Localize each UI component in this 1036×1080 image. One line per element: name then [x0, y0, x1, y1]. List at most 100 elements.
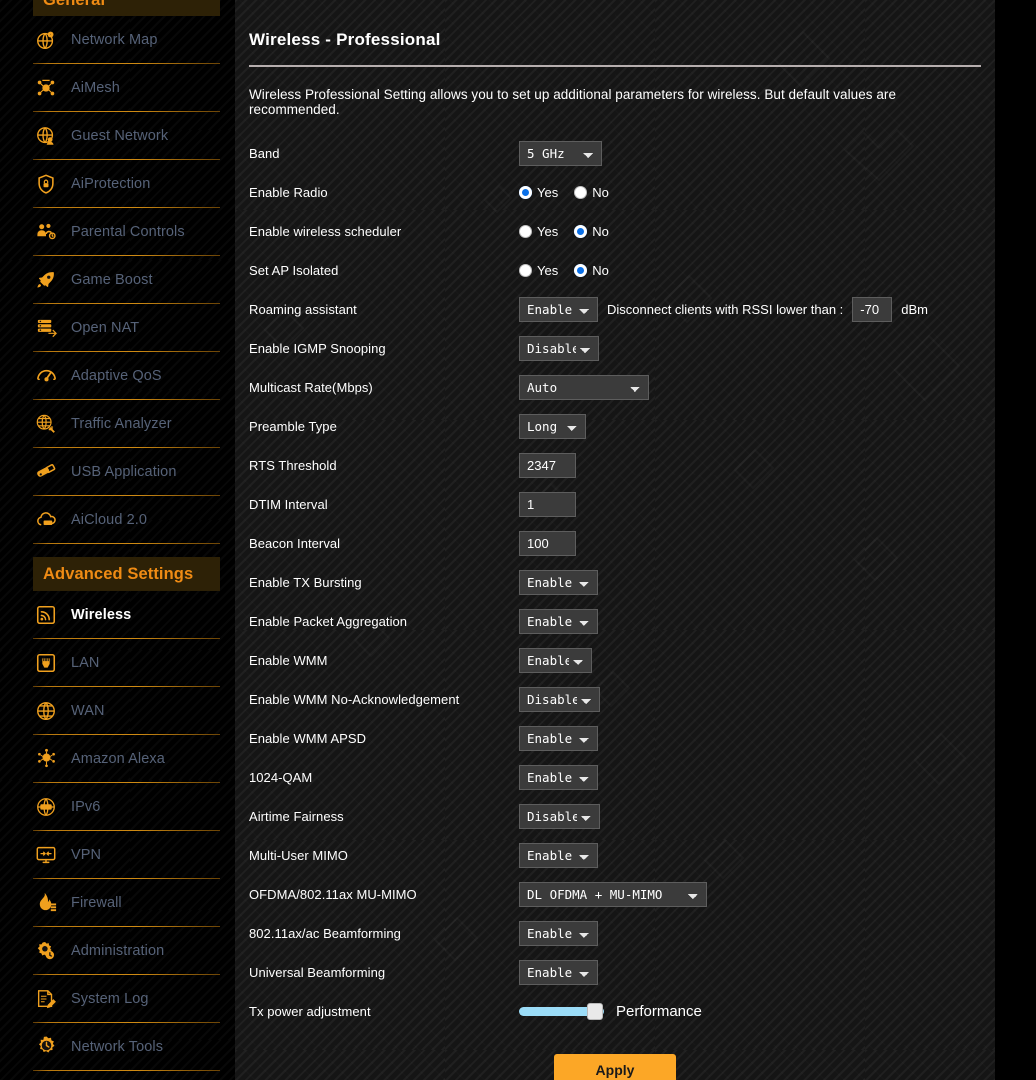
- sidebar-item-label: Firewall: [71, 894, 122, 911]
- wireless-signal-icon: [33, 602, 59, 628]
- page-title: Wireless - Professional: [249, 30, 441, 49]
- sidebar-item-label: Network Tools: [71, 1038, 164, 1055]
- roaming-assistant-select[interactable]: EnableDisable: [519, 297, 598, 322]
- lan-port-icon: [33, 650, 59, 676]
- sidebar-item-network-map[interactable]: Network Map: [0, 16, 235, 63]
- rocket-icon: [33, 267, 59, 293]
- label-universal-beamforming: Universal Beamforming: [249, 965, 386, 980]
- sidebar-item-traffic-analyzer[interactable]: Traffic Analyzer: [0, 400, 235, 447]
- rssi-unit-label: dBm: [901, 302, 929, 317]
- rts-threshold-input[interactable]: [519, 453, 576, 478]
- universal-beamforming-select[interactable]: EnableDisable: [519, 960, 598, 985]
- sidebar-section-header-general: General: [33, 0, 220, 16]
- beacon-interval-input[interactable]: [519, 531, 576, 556]
- airtime-fairness-select[interactable]: EnableDisable: [519, 804, 600, 829]
- sidebar-item-label: Parental Controls: [71, 223, 185, 240]
- aimesh-icon: [33, 75, 59, 101]
- sidebar-item-wireless[interactable]: Wireless: [0, 591, 235, 638]
- row-airtime-fairness: Airtime Fairness EnableDisable: [249, 797, 981, 836]
- label-enable-radio: Enable Radio: [249, 185, 328, 200]
- sidebar-item-lan[interactable]: LAN: [0, 639, 235, 686]
- sidebar-item-game-boost[interactable]: Game Boost: [0, 256, 235, 303]
- cloud-icon: [33, 507, 59, 533]
- radio-option-yes[interactable]: Yes: [519, 263, 558, 278]
- sidebar-item-network-tools[interactable]: Network Tools: [0, 1023, 235, 1070]
- radio-option-yes[interactable]: Yes: [519, 185, 558, 200]
- sidebar-item-label: LAN: [71, 654, 100, 671]
- radio-dot: [574, 186, 588, 199]
- label-wmm: Enable WMM: [249, 653, 328, 668]
- label-wireless-scheduler: Enable wireless scheduler: [249, 224, 402, 239]
- wireless-scheduler-radiogroup: Yes No: [519, 224, 625, 239]
- sidebar-section-header-advanced-settings: Advanced Settings: [33, 557, 220, 591]
- label-tx-bursting: Enable TX Bursting: [249, 575, 362, 590]
- sidebar-item-label: WAN: [71, 702, 105, 719]
- ap-isolated-radiogroup: Yes No: [519, 263, 625, 278]
- radio-option-no[interactable]: No: [574, 224, 609, 239]
- sidebar-item-aiprotection[interactable]: AiProtection: [0, 160, 235, 207]
- ofdma-select[interactable]: DisableDL OFDMADL OFDMA + MU-MIMO: [519, 882, 707, 907]
- radio-option-no[interactable]: No: [574, 185, 609, 200]
- sidebar-item-ipv6[interactable]: IPV6 IPv6: [0, 783, 235, 830]
- wmm-apsd-select[interactable]: EnableDisable: [519, 726, 598, 751]
- enable-radio-radiogroup: Yes No: [519, 185, 625, 200]
- radio-label: Yes: [537, 185, 559, 200]
- multicast-rate-select[interactable]: Auto69121824364854: [519, 375, 649, 400]
- sidebar-item-open-nat[interactable]: Open NAT: [0, 304, 235, 351]
- qam-1024-select[interactable]: EnableDisable: [519, 765, 598, 790]
- row-rts-threshold: RTS Threshold: [249, 446, 981, 485]
- tx-power-slider-thumb[interactable]: [587, 1003, 603, 1020]
- sidebar-item-wan[interactable]: WAN: [0, 687, 235, 734]
- sidebar-item-firewall[interactable]: Firewall: [0, 879, 235, 926]
- row-multicast-rate: Multicast Rate(Mbps) Auto69121824364854: [249, 368, 981, 407]
- label-wmm-no-ack: Enable WMM No-Acknowledgement: [249, 692, 460, 707]
- radio-option-yes[interactable]: Yes: [519, 224, 558, 239]
- sidebar-item-label: USB Application: [71, 463, 177, 480]
- row-1024-qam: 1024-QAM EnableDisable: [249, 758, 981, 797]
- apply-button[interactable]: Apply: [554, 1054, 676, 1080]
- sidebar-item-parental-controls[interactable]: Parental Controls: [0, 208, 235, 255]
- sidebar-item-administration[interactable]: Administration: [0, 927, 235, 974]
- wmm-no-ack-select[interactable]: EnableDisable: [519, 687, 600, 712]
- firewall-flame-icon: [33, 890, 59, 916]
- shield-lock-icon: [33, 171, 59, 197]
- svg-text:IPV6: IPV6: [41, 804, 51, 809]
- tx-bursting-select[interactable]: EnableDisable: [519, 570, 598, 595]
- dtim-interval-input[interactable]: [519, 492, 576, 517]
- right-empty-area: [995, 0, 1036, 1080]
- radio-label: No: [592, 185, 609, 200]
- wmm-select[interactable]: EnableDisable: [519, 648, 592, 673]
- alexa-icon: [33, 746, 59, 772]
- vpn-monitor-icon: [33, 842, 59, 868]
- igmp-snooping-select[interactable]: EnableDisable: [519, 336, 599, 361]
- radio-option-no[interactable]: No: [574, 263, 609, 278]
- sidebar-item-usb-application[interactable]: USB Application: [0, 448, 235, 495]
- sidebar-item-system-log[interactable]: System Log: [0, 975, 235, 1022]
- preamble-type-select[interactable]: LongShort: [519, 414, 586, 439]
- tx-power-slider[interactable]: [519, 1003, 604, 1020]
- row-band: Band 2.4 GHz5 GHz: [249, 134, 981, 173]
- radio-dot: [519, 186, 532, 199]
- packet-aggregation-select[interactable]: EnableDisable: [519, 609, 598, 634]
- sidebar-item-adaptive-qos[interactable]: Adaptive QoS: [0, 352, 235, 399]
- page-description: Wireless Professional Setting allows you…: [249, 87, 897, 117]
- row-mu-mimo: Multi-User MIMO EnableDisable: [249, 836, 981, 875]
- sidebar-item-label: Network Map: [71, 31, 158, 48]
- sidebar-item-label: AiMesh: [71, 79, 120, 96]
- sidebar-item-vpn[interactable]: VPN: [0, 831, 235, 878]
- label-multicast-rate: Multicast Rate(Mbps): [249, 380, 373, 395]
- ax-ac-beamforming-select[interactable]: EnableDisable: [519, 921, 598, 946]
- sidebar-item-amazon-alexa[interactable]: Amazon Alexa: [0, 735, 235, 782]
- sidebar-separator: [33, 543, 220, 544]
- band-select[interactable]: 2.4 GHz5 GHz: [519, 141, 602, 166]
- sidebar-item-label: Traffic Analyzer: [71, 415, 172, 432]
- radio-dot: [574, 264, 588, 277]
- mu-mimo-select[interactable]: EnableDisable: [519, 843, 598, 868]
- sidebar-item-guest-network[interactable]: Guest Network: [0, 112, 235, 159]
- sidebar-item-aicloud-2-0[interactable]: AiCloud 2.0: [0, 496, 235, 543]
- sidebar-item-aimesh[interactable]: AiMesh: [0, 64, 235, 111]
- label-dtim-interval: DTIM Interval: [249, 497, 328, 512]
- network-tools-gear-icon: [33, 1034, 59, 1060]
- administration-gear-icon: [33, 938, 59, 964]
- rssi-threshold-input[interactable]: [852, 297, 893, 322]
